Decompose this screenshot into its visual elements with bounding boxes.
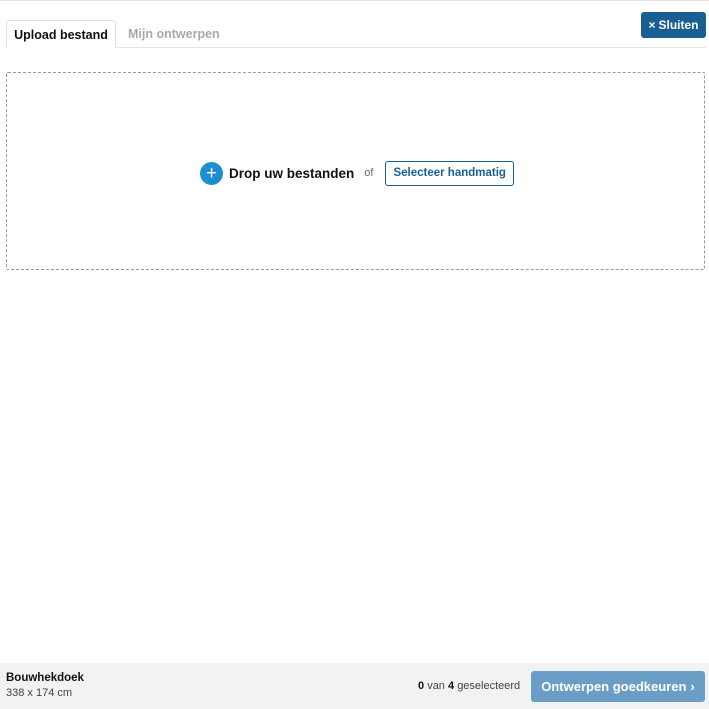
selected-suffix-label: geselecteerd [457,680,521,692]
tab-bar: Upload bestand Mijn ontwerpen [6,20,706,48]
dropzone-content: + Drop uw bestanden of Selecteer handmat… [200,160,514,186]
approve-designs-button[interactable]: Ontwerpen goedkeuren › [531,671,705,702]
selected-count: 0 [418,680,425,692]
close-button[interactable]: × Sluiten [641,12,706,38]
close-icon: × [648,18,656,32]
file-dropzone[interactable]: + Drop uw bestanden of Selecteer handmat… [6,72,705,270]
selection-status: 0 van 4 geselecteerd [418,680,520,692]
drop-files-label: Drop uw bestanden [229,165,355,181]
total-count: 4 [448,680,455,692]
tab-mijn-ontwerpen[interactable]: Mijn ontwerpen [118,20,230,48]
approve-button-label: Ontwerpen goedkeuren [541,679,687,694]
selected-of-label: van [427,680,445,692]
or-label: of [364,167,374,179]
chevron-right-icon: › [690,679,695,694]
plus-icon[interactable]: + [200,161,223,185]
product-name: Bouwhekdoek [6,672,84,684]
footer-bar: Bouwhekdoek 338 x 174 cm 0 van 4 geselec… [0,663,709,709]
product-size: 338 x 174 cm [6,687,73,699]
tab-upload-bestand[interactable]: Upload bestand [6,20,116,48]
top-divider [0,0,709,1]
select-manually-button[interactable]: Selecteer handmatig [385,160,514,186]
close-button-label: Sluiten [658,18,699,32]
